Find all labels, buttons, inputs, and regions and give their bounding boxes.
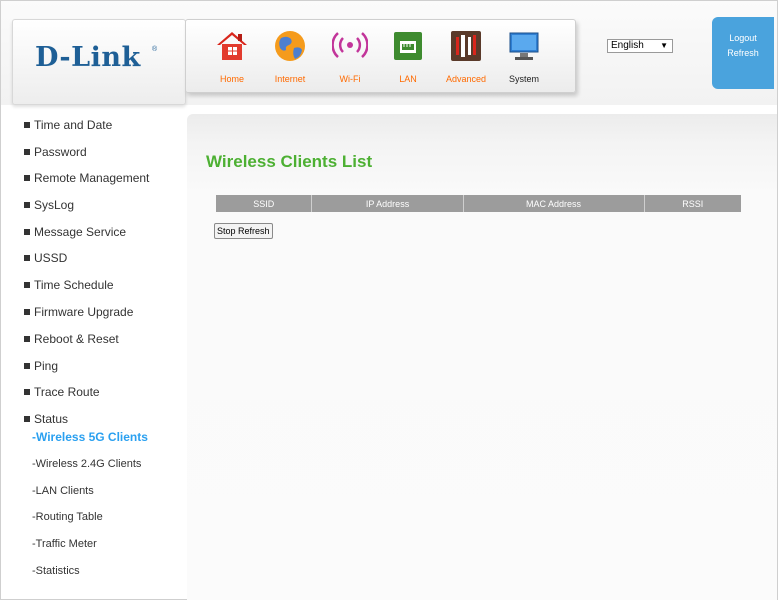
sidebar-item-label: Firmware Upgrade [34,305,134,319]
sidebar-item-label: Password [34,145,87,159]
logout-link[interactable]: Logout [712,33,774,43]
nav-system-label: System [508,74,539,84]
chevron-down-icon: ▼ [660,41,668,50]
nav-lan-label: LAN [399,74,417,84]
bullet-icon [24,202,30,208]
refresh-link[interactable]: Refresh [712,48,774,58]
sidebar-subitem-wireless-5g-clients[interactable]: -Wireless 5G Clients [32,430,148,444]
page-title: Wireless Clients List [206,152,373,171]
tools-icon [451,31,481,61]
sidebar-subitem-lan-clients[interactable]: -LAN Clients [32,485,94,497]
bullet-icon [24,255,30,261]
language-selected: English [611,40,644,51]
computer-icon [509,32,539,60]
top-nav: Home Internet Wi-Fi LAN Advanced System [185,19,576,93]
column-header-rssi[interactable]: RSSI [644,195,741,212]
column-header-ip-address[interactable]: IP Address [311,195,464,212]
bullet-icon [24,149,30,155]
sidebar-item-label: Time Schedule [34,278,114,292]
sidebar-subitem-wireless-24g-clients[interactable]: -Wireless 2.4G Clients [32,458,141,470]
sidebar-subitem-traffic-meter[interactable]: -Traffic Meter [32,538,97,550]
wireless-clients-table: SSID IP Address MAC Address RSSI [216,195,741,212]
bullet-icon [24,122,30,128]
table-header-row: SSID IP Address MAC Address RSSI [216,195,741,212]
nav-internet-label: Internet [274,74,306,84]
sidebar-item-label: Status [34,412,69,426]
bullet-icon [24,389,30,395]
nav-system[interactable]: System [498,24,550,88]
logo-panel: D-Link ® [12,19,186,105]
lan-icon [394,32,422,60]
sidebar-item-label: Remote Management [34,171,150,185]
nav-home-label: Home [219,74,244,84]
sidebar-item-label: Time and Date [34,118,113,132]
dlink-logo: D-Link [35,42,141,73]
column-header-mac-address[interactable]: MAC Address [463,195,645,212]
home-icon [217,32,247,60]
column-header-ssid[interactable]: SSID [216,195,313,212]
bullet-icon [24,416,30,422]
sidebar-item-label: USSD [34,251,68,265]
language-select[interactable]: English ▼ [607,39,673,53]
nav-lan[interactable]: LAN [382,24,434,88]
bullet-icon [24,363,30,369]
sidebar-item-label: Reboot & Reset [34,332,119,346]
sidebar-subitem-statistics[interactable]: -Statistics [32,565,80,577]
nav-wifi[interactable]: Wi-Fi [324,24,376,88]
nav-internet[interactable]: Internet [264,24,316,88]
registered-mark: ® [152,46,158,53]
account-panel: Logout Refresh [712,17,774,89]
globe-icon [275,31,305,61]
nav-home[interactable]: Home [206,24,258,88]
nav-advanced[interactable]: Advanced [440,24,492,88]
bullet-icon [24,229,30,235]
stop-refresh-button[interactable]: Stop Refresh [214,223,273,239]
sidebar: Time and Date Password Remote Management… [0,114,185,600]
nav-advanced-label: Advanced [445,74,487,84]
nav-wifi-label: Wi-Fi [339,74,361,84]
bullet-icon [24,309,30,315]
wifi-icon [332,32,368,58]
main-content: Wireless Clients List SSID IP Address MA… [187,114,777,600]
bullet-icon [24,336,30,342]
sidebar-subitem-routing-table[interactable]: -Routing Table [32,511,103,523]
sidebar-item-label: SysLog [34,198,75,212]
sidebar-item-label: Trace Route [34,385,100,399]
sidebar-item-label: Ping [34,359,59,373]
bullet-icon [24,175,30,181]
sidebar-item-label: Message Service [34,225,127,239]
bullet-icon [24,282,30,288]
